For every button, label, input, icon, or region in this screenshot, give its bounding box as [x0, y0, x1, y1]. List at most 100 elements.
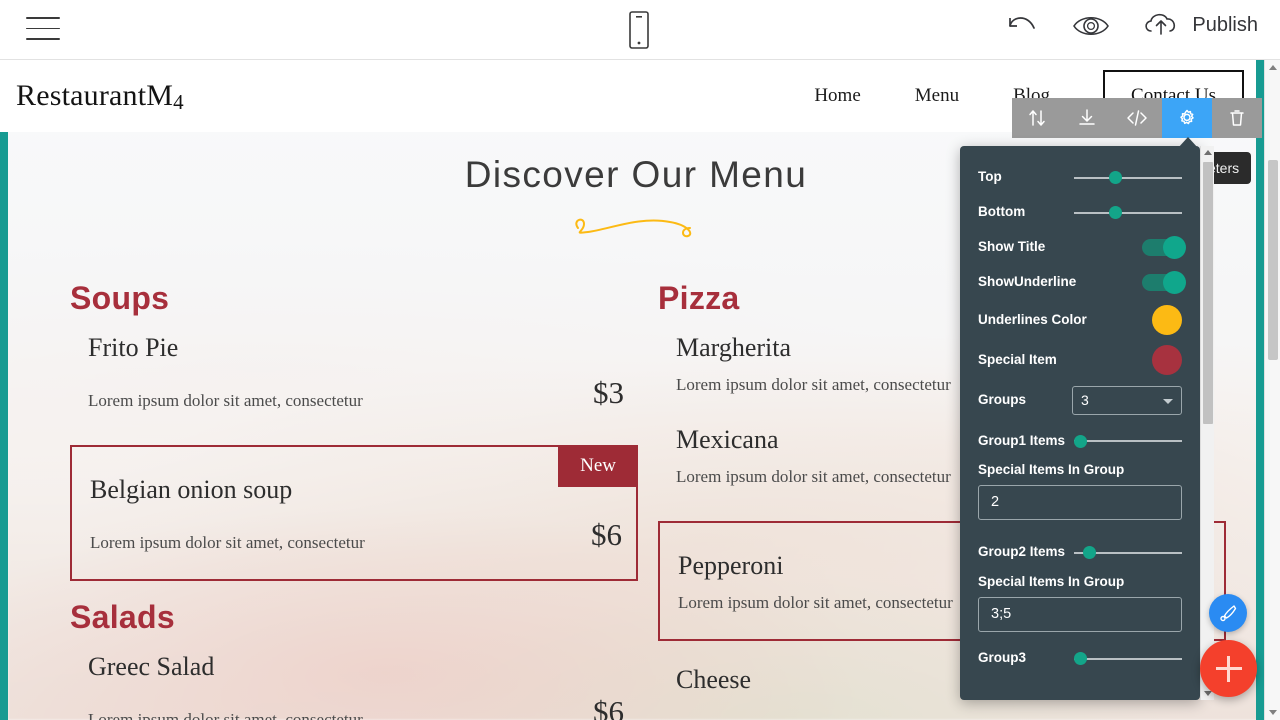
show-underline-toggle[interactable]: [1142, 271, 1186, 294]
site-brand-subscript: 4: [173, 90, 184, 114]
menu-item-description: Lorem ipsum dolor sit amet, consectetur: [676, 467, 951, 486]
panel-row-bottom: Bottom: [978, 195, 1182, 230]
menu-column-left: Soups Frito Pie Lorem ipsum dolor sit am…: [70, 280, 638, 720]
special-items-input-1[interactable]: 2: [978, 484, 1182, 520]
panel-label-groups: Groups: [978, 391, 1027, 407]
slider-knob[interactable]: [1074, 434, 1087, 448]
nav-item-home[interactable]: Home: [787, 85, 887, 107]
menu-item-price: $6: [593, 694, 624, 720]
chevron-down-icon: [1163, 398, 1173, 404]
panel-label-show-underline: ShowUnderline: [978, 274, 1077, 290]
move-block-button[interactable]: [1012, 98, 1062, 138]
canvas-right-rail: [1256, 60, 1264, 720]
slider-track: [1074, 211, 1182, 214]
delete-block-button[interactable]: [1212, 98, 1262, 138]
slider-knob[interactable]: [1082, 546, 1096, 560]
block-parameters-button[interactable]: [1162, 98, 1212, 138]
panel-row-group1-items: Group1 Items: [978, 420, 1182, 462]
code-editor-button[interactable]: [1112, 98, 1162, 138]
new-badge: New: [558, 445, 638, 487]
site-brand-text: RestaurantM: [16, 79, 174, 112]
toggle-knob: [1163, 271, 1186, 294]
appbar-actions: Publish: [1004, 8, 1258, 43]
panel-scrollbar-thumb[interactable]: [1203, 162, 1213, 424]
panel-pointer-arrow: [1178, 137, 1198, 148]
panel-row-group2-items: Group2 Items: [978, 532, 1182, 574]
mobile-device-icon[interactable]: [627, 10, 651, 50]
window-scrollbar[interactable]: [1264, 60, 1280, 720]
panel-label-bottom: Bottom: [978, 204, 1026, 220]
panel-group-special-items-2: Special Items In Group 3;5: [978, 574, 1182, 632]
slider-track: [1074, 440, 1182, 442]
panel-label-special-items-1: Special Items In Group: [978, 462, 1125, 477]
slider-knob[interactable]: [1108, 206, 1122, 219]
panel-label-top: Top: [978, 169, 1002, 185]
bottom-padding-slider[interactable]: [1074, 203, 1182, 223]
block-toolbar: [1012, 98, 1262, 138]
decorative-flourish-icon: [575, 218, 692, 238]
slider-track: [1074, 176, 1182, 179]
window-scrollbar-thumb[interactable]: [1268, 160, 1278, 360]
slider-knob[interactable]: [1108, 171, 1122, 184]
slider-track: [1074, 657, 1182, 660]
publish-label: Publish: [1192, 14, 1258, 36]
cloud-upload-icon: [1140, 8, 1182, 43]
window-scroll-down-arrow-icon[interactable]: [1269, 710, 1277, 715]
panel-label-special-item: Special Item: [978, 351, 1057, 367]
scroll-down-arrow-icon[interactable]: [1204, 691, 1212, 696]
menu-item-description: Lorem ipsum dolor sit amet, consectetur: [88, 710, 363, 720]
panel-row-show-underline: ShowUnderline: [978, 265, 1186, 300]
brush-pen-icon: [1220, 605, 1237, 622]
nav-item-menu[interactable]: Menu: [888, 85, 986, 107]
menu-group-title-salads: Salads: [70, 599, 175, 635]
add-block-button[interactable]: [1200, 640, 1257, 697]
panel-label-group1-items: Group1 Items: [978, 432, 1066, 448]
app-toolbar: Publish: [0, 0, 1280, 60]
hamburger-menu-icon[interactable]: [26, 17, 60, 43]
menu-item-description: Lorem ipsum dolor sit amet, consectetur: [90, 533, 365, 552]
group3-items-slider[interactable]: [1074, 649, 1182, 669]
menu-item[interactable]: Greec Salad Lorem ipsum dolor sit amet, …: [70, 642, 638, 720]
menu-item-special[interactable]: New Belgian onion soup Lorem ipsum dolor…: [70, 445, 638, 581]
special-items-input-2[interactable]: 3;5: [978, 596, 1182, 632]
panel-row-top: Top: [978, 160, 1182, 195]
group2-items-slider[interactable]: [1074, 543, 1182, 563]
menu-item[interactable]: Frito Pie Lorem ipsum dolor sit amet, co…: [70, 323, 638, 431]
menu-item-name: Frito Pie: [88, 333, 179, 362]
toggle-knob: [1163, 236, 1186, 259]
scroll-up-arrow-icon[interactable]: [1204, 150, 1212, 155]
publish-button[interactable]: Publish: [1140, 8, 1258, 43]
panel-label-special-items-2: Special Items In Group: [978, 573, 1125, 589]
special-item-color-swatch[interactable]: [1152, 345, 1182, 375]
menu-item-price: $3: [593, 375, 624, 410]
menu-item-name: Belgian onion soup: [90, 475, 293, 504]
download-block-button[interactable]: [1062, 98, 1112, 138]
menu-item-price: $6: [591, 517, 622, 552]
top-padding-slider[interactable]: [1074, 168, 1182, 188]
menu-item-name: Greec Salad: [88, 652, 215, 681]
panel-label-group3-items: Group3: [978, 650, 1027, 666]
style-brush-button[interactable]: [1209, 594, 1247, 632]
panel-row-special-item: Special Item: [978, 340, 1182, 380]
group1-items-slider[interactable]: [1074, 431, 1182, 451]
menu-item-description: Lorem ipsum dolor sit amet, consectetur: [676, 375, 951, 394]
panel-row-underlines-color: Underlines Color: [978, 300, 1182, 340]
panel-row-show-title: Show Title: [978, 230, 1186, 265]
window-scroll-up-arrow-icon[interactable]: [1269, 65, 1277, 70]
menu-item-description: Lorem ipsum dolor sit amet, consectetur: [678, 593, 953, 612]
menu-item-description: Lorem ipsum dolor sit amet, consectetur: [88, 391, 363, 410]
panel-label-show-title: Show Title: [978, 239, 1046, 255]
panel-group-special-items-1: Special Items In Group 2: [978, 462, 1182, 520]
eye-preview-icon[interactable]: [1070, 11, 1112, 41]
show-title-toggle[interactable]: [1142, 236, 1186, 259]
groups-select[interactable]: 3: [1072, 385, 1182, 415]
underlines-color-swatch[interactable]: [1152, 305, 1182, 335]
menu-group-title-soups: Soups: [70, 280, 170, 316]
undo-icon[interactable]: [1004, 10, 1042, 42]
site-brand[interactable]: RestaurantM4: [16, 79, 184, 114]
slider-knob[interactable]: [1074, 652, 1087, 666]
panel-label-underlines-color: Underlines Color: [978, 311, 1087, 327]
panel-row-group3-items: Group3: [978, 644, 1182, 674]
panel-row-groups: Groups 3: [978, 380, 1182, 420]
groups-select-value: 3: [1081, 392, 1089, 408]
